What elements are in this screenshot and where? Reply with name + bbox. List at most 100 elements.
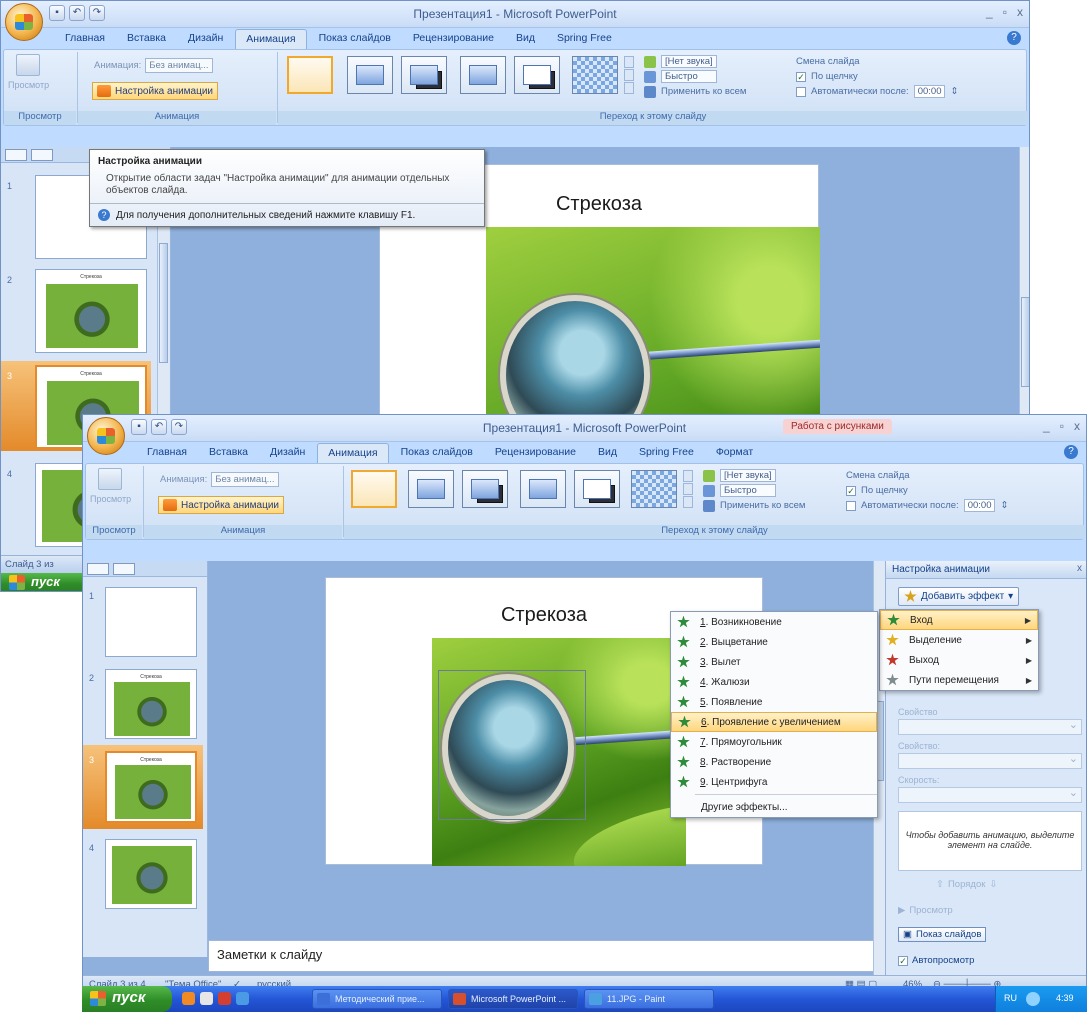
transition-fade-black[interactable] [462, 470, 508, 508]
pane-close-icon[interactable]: x [1077, 563, 1082, 574]
transition-cut[interactable] [460, 56, 506, 94]
tray-language[interactable]: RU [1004, 993, 1017, 1003]
spinner-icon[interactable]: ⇕ [1000, 500, 1008, 511]
maximize-icon[interactable]: ▫ [1060, 419, 1064, 433]
transition-none[interactable] [351, 470, 397, 508]
effect-item[interactable]: 8. Растворение [671, 752, 877, 772]
tab-design[interactable]: Дизайн [260, 443, 315, 463]
animation-dropdown[interactable]: Без анимац... [145, 58, 213, 73]
tab-format[interactable]: Формат [706, 443, 763, 463]
menu-item-exit[interactable]: Выход ▶ [880, 650, 1038, 670]
transition-gallery-scroll[interactable] [683, 470, 693, 509]
tab-slideshow[interactable]: Показ слайдов [309, 29, 401, 49]
start-dropdown[interactable] [898, 718, 1082, 735]
transition-cut-black[interactable] [514, 56, 560, 94]
transition-fade[interactable] [408, 470, 454, 508]
apply-all-button[interactable]: Применить ко всем [720, 500, 805, 511]
transition-gallery-scroll[interactable] [624, 56, 634, 95]
slides-tab[interactable] [87, 563, 109, 575]
add-effect-button[interactable]: Добавить эффект ▾ [898, 587, 1020, 606]
help-icon[interactable]: ? [1007, 31, 1021, 45]
back-slide-thumbnail-2[interactable]: Стрекоза [35, 269, 147, 353]
effect-item[interactable]: 4. Жалюзи [671, 672, 877, 692]
front-slide-thumbnail-3[interactable]: Стрекоза [105, 751, 197, 823]
more-effects-item[interactable]: Другие эффекты... [671, 797, 877, 817]
transition-dissolve[interactable] [631, 470, 677, 508]
tab-insert[interactable]: Вставка [199, 443, 258, 463]
quicklaunch-icon[interactable] [182, 992, 195, 1005]
tab-spring-free[interactable]: Spring Free [547, 29, 622, 49]
menu-item-emphasis[interactable]: Выделение ▶ [880, 630, 1038, 650]
on-click-checkbox[interactable]: ✓ [796, 71, 806, 82]
effect-item[interactable]: 3. Вылет [671, 652, 877, 672]
redo-icon[interactable]: ↷ [89, 5, 105, 21]
tab-animation[interactable]: Анимация [317, 443, 389, 463]
speed-dropdown[interactable]: Быстро [720, 484, 776, 497]
quicklaunch-icon[interactable] [236, 992, 249, 1005]
effect-item[interactable]: 1. Возникновение [671, 612, 877, 632]
transition-fade[interactable] [347, 56, 393, 94]
front-slide-thumbnail-4[interactable] [105, 839, 197, 909]
menu-item-entrance[interactable]: Вход ▶ [880, 610, 1038, 630]
redo-icon[interactable]: ↷ [171, 419, 187, 435]
apply-all-button[interactable]: Применить ко всем [661, 86, 746, 97]
front-slide-thumbnail-1[interactable] [105, 587, 197, 657]
tab-slideshow[interactable]: Показ слайдов [391, 443, 483, 463]
tab-home[interactable]: Главная [55, 29, 115, 49]
network-icon[interactable] [1026, 992, 1040, 1006]
play-button[interactable]: ▶ Просмотр [898, 905, 953, 916]
start-button[interactable]: пуск [82, 986, 172, 1012]
effect-item[interactable]: 5. Появление [671, 692, 877, 712]
save-icon[interactable]: ▪ [49, 5, 65, 21]
tab-spring-free[interactable]: Spring Free [629, 443, 704, 463]
outline-tab[interactable] [113, 563, 135, 575]
speed-dropdown[interactable]: Быстро [661, 70, 717, 83]
sound-dropdown[interactable]: [Нет звука] [720, 469, 776, 482]
undo-icon[interactable]: ↶ [69, 5, 85, 21]
preview-button[interactable]: Просмотр [8, 54, 49, 90]
transition-dissolve[interactable] [572, 56, 618, 94]
slideshow-button[interactable]: ▣ Показ слайдов [898, 927, 987, 942]
tab-insert[interactable]: Вставка [117, 29, 176, 49]
maximize-icon[interactable]: ▫ [1003, 5, 1007, 19]
transition-fade-black[interactable] [401, 56, 447, 94]
minimize-icon[interactable]: _ [1043, 419, 1050, 433]
save-icon[interactable]: ▪ [131, 419, 147, 435]
effect-item[interactable]: 9. Центрифуга [671, 772, 877, 792]
tab-view[interactable]: Вид [588, 443, 627, 463]
quicklaunch-icon[interactable] [200, 992, 213, 1005]
custom-animation-button[interactable]: Настройка анимации [92, 82, 219, 100]
office-button[interactable] [87, 417, 125, 455]
back-start-button[interactable]: пуск [1, 573, 91, 591]
reorder-control[interactable]: ⇧ Порядок ⇩ [936, 879, 997, 890]
selection-frame[interactable] [438, 670, 586, 820]
quicklaunch-icon[interactable] [218, 992, 231, 1005]
tab-view[interactable]: Вид [506, 29, 545, 49]
transition-cut-black[interactable] [574, 470, 620, 508]
animation-selector[interactable]: Анимация: Без анимац... [160, 472, 279, 487]
auto-after-checkbox[interactable] [796, 86, 806, 97]
undo-icon[interactable]: ↶ [151, 419, 167, 435]
taskbar-task-document[interactable]: Методический прие... [312, 989, 442, 1009]
custom-animation-button[interactable]: Настройка анимации [158, 496, 285, 514]
animation-dropdown[interactable]: Без анимац... [211, 472, 279, 487]
tab-home[interactable]: Главная [137, 443, 197, 463]
on-click-checkbox[interactable]: ✓ [846, 485, 856, 496]
autopreview-toggle[interactable]: ✓ Автопросмотр [898, 955, 974, 966]
office-button[interactable] [5, 3, 43, 41]
tab-animation[interactable]: Анимация [235, 29, 307, 49]
slides-tab[interactable] [5, 149, 27, 161]
spinner-icon[interactable]: ⇕ [950, 86, 958, 97]
effect-item-highlighted[interactable]: 6. Проявление с увеличением [671, 712, 877, 732]
transition-none[interactable] [287, 56, 333, 94]
front-slide-thumbnail-2[interactable]: Стрекоза [105, 669, 197, 739]
help-icon[interactable]: ? [1064, 445, 1078, 459]
taskbar-task-powerpoint[interactable]: Microsoft PowerPoint ... [448, 989, 578, 1009]
effect-item[interactable]: 2. Выцветание [671, 632, 877, 652]
preview-button[interactable]: Просмотр [90, 468, 131, 504]
minimize-icon[interactable]: _ [986, 5, 993, 19]
tab-review[interactable]: Рецензирование [403, 29, 504, 49]
auto-after-time[interactable]: 00:00 [913, 85, 946, 98]
close-icon[interactable]: x [1017, 5, 1023, 19]
transition-cut[interactable] [520, 470, 566, 508]
